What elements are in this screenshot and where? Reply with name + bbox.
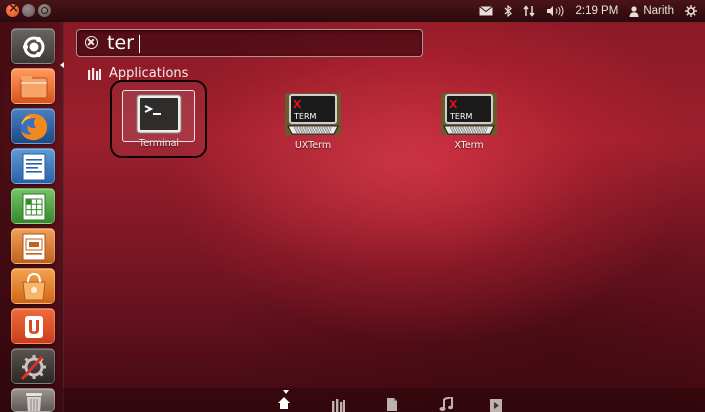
xterm-icon: X TERM: [441, 93, 497, 135]
session-gear-icon[interactable]: [685, 5, 697, 17]
ubuntu-dash-icon[interactable]: [11, 28, 55, 64]
volume-icon[interactable]: [546, 5, 564, 17]
launcher: [0, 22, 64, 412]
launcher-active-arrow: [60, 62, 64, 68]
applications-category-icon: [88, 67, 101, 80]
top-panel: 2:19 PM Narith: [0, 0, 705, 22]
lens-bar: [63, 388, 705, 412]
minimize-window-button[interactable]: [22, 4, 35, 17]
result-label: Terminal: [138, 138, 180, 149]
xterm-x-text: X: [293, 98, 302, 111]
mail-icon[interactable]: [479, 6, 494, 16]
files-lens-icon[interactable]: [385, 397, 399, 411]
dash-search-bar[interactable]: ter: [76, 29, 423, 57]
firefox-icon[interactable]: [11, 108, 55, 144]
user-menu[interactable]: Narith: [629, 5, 674, 17]
result-terminal[interactable]: Terminal: [109, 94, 209, 149]
ubuntu-one-icon[interactable]: [11, 308, 55, 344]
applications-lens-icon[interactable]: [331, 398, 345, 412]
music-lens-icon[interactable]: [439, 397, 453, 411]
impress-icon[interactable]: [11, 228, 55, 264]
xterm-term-text: TERM: [293, 112, 317, 121]
category-label: Applications: [109, 66, 189, 81]
search-input[interactable]: ter: [107, 32, 134, 54]
home-lens-icon[interactable]: [277, 396, 291, 410]
close-window-button[interactable]: [6, 1, 19, 17]
system-settings-icon[interactable]: [11, 348, 55, 384]
panel-indicators: 2:19 PM Narith: [468, 0, 697, 22]
writer-icon[interactable]: [11, 148, 55, 184]
active-lens-marker: [283, 390, 289, 394]
network-icon[interactable]: [523, 5, 536, 17]
text-caret: [139, 35, 140, 53]
result-xterm[interactable]: X TERM XTerm: [419, 92, 519, 151]
maximize-window-button[interactable]: [38, 4, 51, 17]
category-header: Applications: [88, 66, 188, 81]
video-lens-icon[interactable]: [489, 398, 503, 412]
terminal-icon: [136, 94, 182, 134]
software-center-icon[interactable]: [11, 268, 55, 304]
user-name: Narith: [643, 5, 674, 17]
home-folder-icon[interactable]: [11, 68, 55, 104]
clock[interactable]: 2:19 PM: [575, 5, 618, 17]
user-icon: [629, 5, 639, 17]
xterm-term-text: TERM: [449, 112, 473, 121]
result-label: UXTerm: [294, 140, 332, 151]
clear-search-icon[interactable]: [85, 36, 98, 49]
result-uxterm[interactable]: X TERM UXTerm: [263, 92, 363, 151]
trash-icon[interactable]: [11, 388, 55, 412]
uxterm-icon: X TERM: [285, 93, 341, 135]
calc-icon[interactable]: [11, 188, 55, 224]
bluetooth-icon[interactable]: [504, 5, 513, 17]
xterm-x-text: X: [449, 98, 458, 111]
result-label: XTerm: [454, 140, 484, 151]
